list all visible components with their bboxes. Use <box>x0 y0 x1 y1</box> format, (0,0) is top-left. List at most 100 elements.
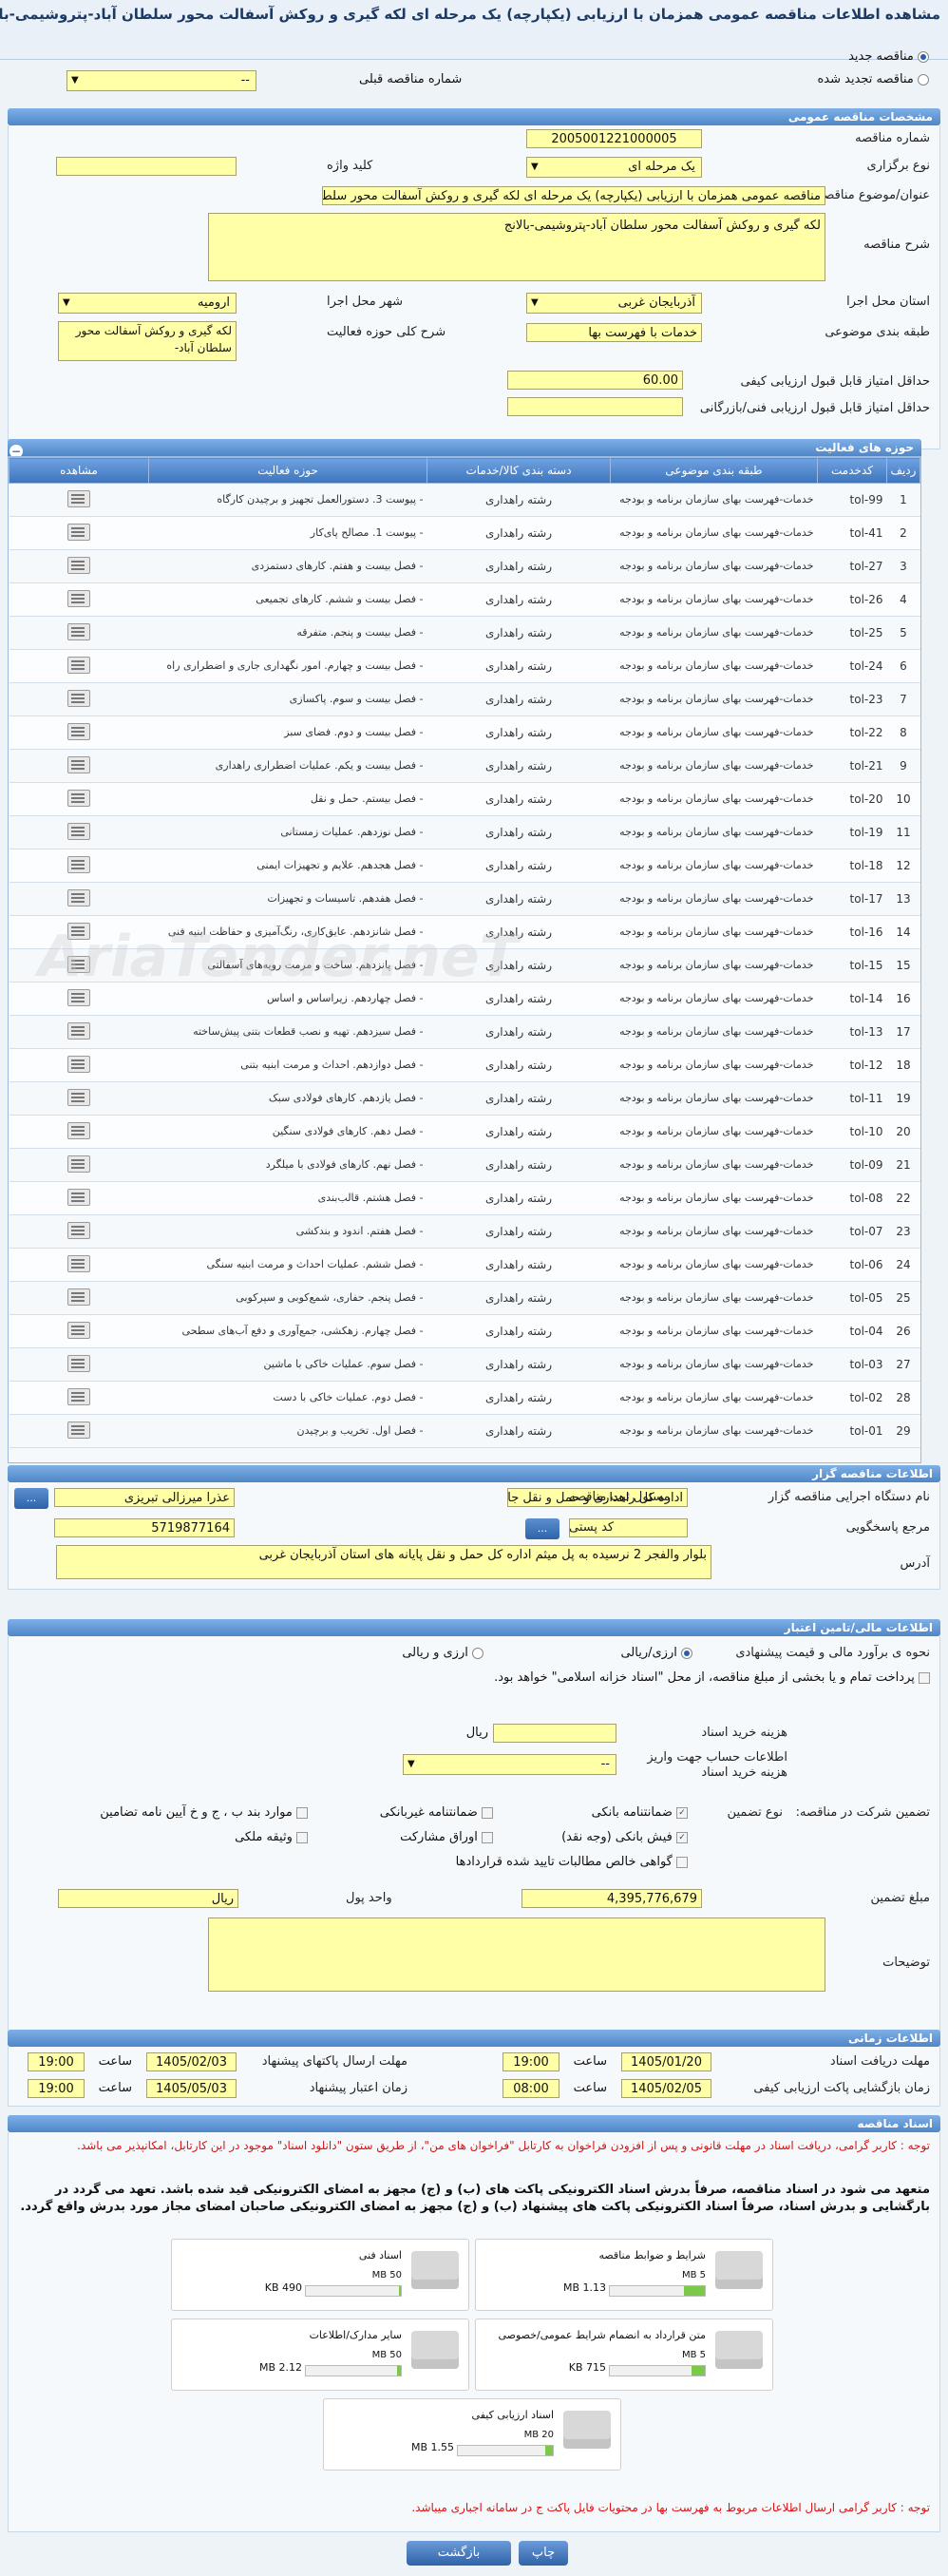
doc-card[interactable]: اسناد ارزیابی کیفی 20 MB 1.55 MB <box>323 2398 621 2471</box>
estimate-opt1-radio[interactable] <box>681 1647 692 1659</box>
view-cell <box>9 1381 149 1415</box>
doc-card[interactable]: سایر مدارک/اطلاعات 50 MB 2.12 MB <box>171 2318 469 2391</box>
estimate-opt2-radio[interactable] <box>472 1647 483 1659</box>
view-icon[interactable] <box>67 722 90 740</box>
table-row: 20 tol-10 خدمات-فهرست بهای سازمان برنامه و… <box>9 1115 920 1149</box>
responsible-lookup-button[interactable]: ... <box>14 1488 48 1509</box>
view-icon[interactable] <box>67 1354 90 1372</box>
opt-clauses[interactable]: موارد بند ب ، ج و خ آیین نامه تضامین <box>100 1805 308 1820</box>
city-select[interactable]: ارومیه ▼ <box>58 293 237 314</box>
row-goods: رشته راهداری <box>427 1148 611 1182</box>
view-icon[interactable] <box>67 523 90 541</box>
view-icon[interactable] <box>67 822 90 840</box>
bank-receipt-checkbox[interactable] <box>676 1831 688 1843</box>
tender-number-label: شماره مناقصه <box>855 131 930 145</box>
keyword-field[interactable] <box>56 157 237 176</box>
col-header-code: کدخدمت <box>817 457 887 484</box>
opt-bonds[interactable]: اوراق مشارکت <box>400 1830 493 1844</box>
doc-card[interactable]: اسناد فنی 50 MB 490 KB <box>171 2239 469 2311</box>
view-icon[interactable] <box>67 1188 90 1206</box>
description-field[interactable]: لکه گیری و روکش آسفالت محور سلطان آباد-پ… <box>208 213 825 281</box>
postal-field: 5719877164 <box>54 1518 235 1537</box>
service-code: tol-08 <box>817 1181 887 1215</box>
view-icon[interactable] <box>67 1321 90 1339</box>
service-code: tol-26 <box>817 582 887 617</box>
print-button[interactable]: چاپ <box>519 2541 568 2566</box>
view-icon[interactable] <box>67 1387 90 1405</box>
province-select[interactable]: آذربایجان غربی ▼ <box>526 293 702 314</box>
subject-field[interactable]: مناقصه عمومی همزمان با ارزیابی (یکپارچه)… <box>322 186 825 205</box>
view-icon[interactable] <box>67 755 90 773</box>
docs-panel: توجه : کاربر گرامی، دریافت اسناد در مهلت… <box>8 2132 940 2532</box>
view-icon[interactable] <box>67 556 90 574</box>
table-row: 4 tol-26 خدمات-فهرست بهای سازمان برنامه و … <box>9 582 920 617</box>
row-goods: رشته راهداری <box>427 1081 611 1116</box>
opt-bank-receipt[interactable]: فیش بانکی (وجه نقد) <box>561 1830 688 1844</box>
view-icon[interactable] <box>67 1121 90 1139</box>
view-icon[interactable] <box>67 855 90 873</box>
bank-guarantee-checkbox[interactable] <box>676 1806 688 1819</box>
certified-claims-checkbox[interactable] <box>676 1856 688 1868</box>
opt-bank-guarantee[interactable]: ضمانتنامه بانکی <box>592 1805 688 1820</box>
open-quality-date: 1405/02/05 <box>621 2079 711 2098</box>
notes-field[interactable] <box>208 1918 825 1992</box>
doc-max-size: 5 MB <box>681 2350 706 2360</box>
view-icon[interactable] <box>67 1055 90 1073</box>
view-icon[interactable] <box>67 1221 90 1239</box>
view-icon[interactable] <box>67 689 90 707</box>
new-tender-radio[interactable] <box>918 50 929 63</box>
nonbank-guarantee-checkbox[interactable] <box>482 1806 493 1819</box>
clauses-checkbox[interactable] <box>296 1806 308 1819</box>
table-row: 12 tol-18 خدمات-فهرست بهای سازمان برنامه و… <box>9 849 920 883</box>
estimate-opt2[interactable]: ارزی و ریالی <box>402 1646 483 1660</box>
section-financial: اطلاعات مالی/تامین اعتبار <box>8 1619 940 1636</box>
row-field: - فصل دوازدهم. احداث و مرمت ابنیه بتنی <box>148 1048 427 1082</box>
ref-lookup-button[interactable]: ... <box>525 1518 559 1539</box>
doc-name: شرایط و ضوابط مناقصه <box>598 2249 707 2261</box>
doc-card[interactable]: متن قرارداد به انضمام شرایط عمومی/خصوصی 5… <box>475 2318 773 2391</box>
view-icon[interactable] <box>67 1421 90 1439</box>
opt-nonbank-guarantee[interactable]: ضمانتنامه غیربانکی <box>380 1805 493 1820</box>
view-icon[interactable] <box>67 888 90 906</box>
row-number: 4 <box>886 582 920 617</box>
row-category: خدمات-فهرست بهای سازمان برنامه و بودجه <box>610 882 818 916</box>
row-category: خدمات-فهرست بهای سازمان برنامه و بودجه <box>610 483 818 517</box>
back-button[interactable]: بازگشت <box>407 2541 511 2566</box>
view-icon[interactable] <box>67 1088 90 1106</box>
view-icon[interactable] <box>67 656 90 674</box>
property-checkbox[interactable] <box>296 1831 308 1843</box>
renewed-tender-radio[interactable] <box>918 73 929 86</box>
row-category: خدمات-فهرست بهای سازمان برنامه و بودجه <box>610 1081 818 1116</box>
estimate-opt1[interactable]: ارزی/ریالی <box>620 1646 692 1660</box>
doc-card[interactable]: شرایط و ضوابط مناقصه 5 MB 1.13 MB <box>475 2239 773 2311</box>
service-code: tol-04 <box>817 1314 887 1348</box>
row-number: 12 <box>886 849 920 883</box>
holding-type-select[interactable]: یک مرحله ای ▼ <box>526 157 702 178</box>
opt-certified-claims[interactable]: گواهی خالص مطالبات تایید شده قراردادها <box>456 1855 688 1869</box>
view-icon[interactable] <box>67 622 90 640</box>
opt-property[interactable]: وثیقه ملکی <box>235 1830 308 1844</box>
view-icon[interactable] <box>67 489 90 507</box>
ref-label: مرجع پاسخگویی <box>845 1520 930 1535</box>
doc-max-size: 5 MB <box>681 2270 706 2280</box>
service-code: tol-41 <box>817 516 887 550</box>
financial-panel: نحوه ی برآورد مالی و قیمت پیشنهادی ارزی/… <box>8 1636 940 2036</box>
view-icon[interactable] <box>67 1288 90 1306</box>
service-code: tol-03 <box>817 1347 887 1382</box>
full-payment-checkbox[interactable] <box>919 1671 930 1684</box>
view-icon[interactable] <box>67 589 90 607</box>
row-category: خدمات-فهرست بهای سازمان برنامه و بودجه <box>610 649 818 683</box>
view-icon[interactable] <box>67 1154 90 1173</box>
account-select[interactable]: -- ▼ <box>403 1754 616 1775</box>
bonds-checkbox[interactable] <box>482 1831 493 1843</box>
row-goods: رشته راهداری <box>427 882 611 916</box>
row-goods: رشته راهداری <box>427 1015 611 1049</box>
row-number: 22 <box>886 1181 920 1215</box>
tender-number-field: 2005001221000005 <box>526 129 702 148</box>
view-icon[interactable] <box>67 1254 90 1272</box>
row-field: - پیوست 3. دستورالعمل تجهیز و برچیدن کار… <box>148 483 427 517</box>
view-icon[interactable] <box>67 1021 90 1040</box>
view-icon[interactable] <box>67 988 90 1006</box>
prev-tender-select[interactable]: -- ▼ <box>66 70 256 91</box>
view-icon[interactable] <box>67 789 90 807</box>
